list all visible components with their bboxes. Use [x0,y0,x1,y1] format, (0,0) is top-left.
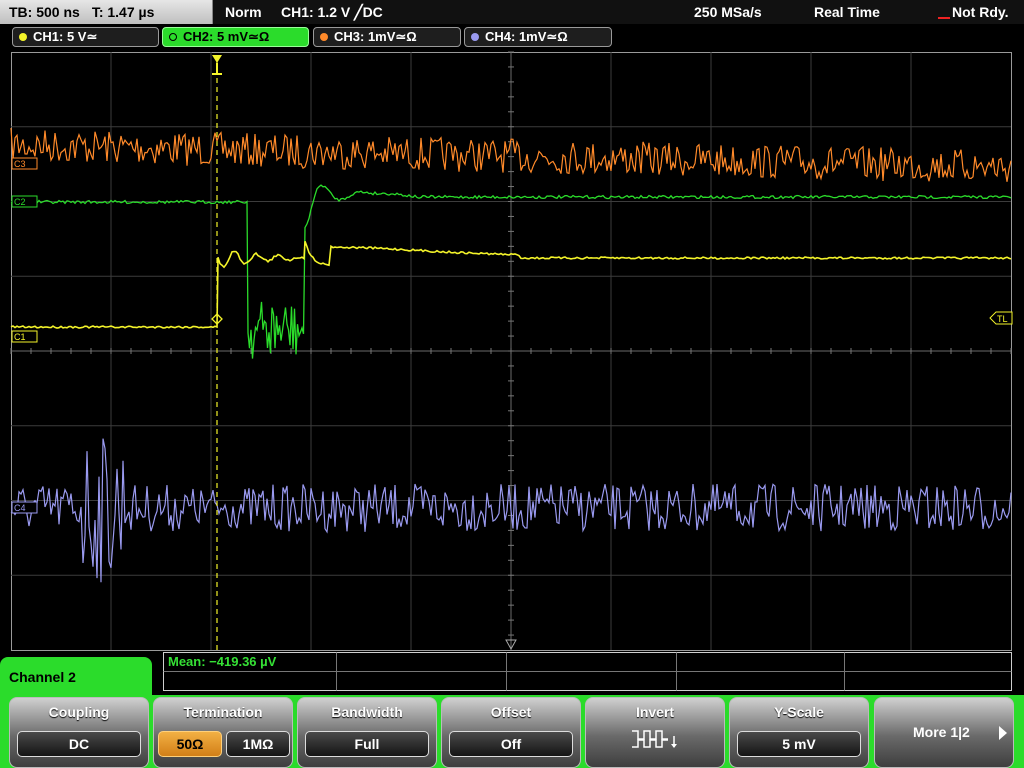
ch1-marker[interactable]: C1 [11,330,38,343]
y-scale-value[interactable]: 5 mV [737,731,861,757]
trigger-level-marker[interactable]: TL [989,311,1013,325]
more-label: More 1|2 [913,724,970,740]
measurement-box [163,652,1012,691]
ch3-marker-label: C3 [14,159,26,169]
coupling-title: Coupling [48,704,110,720]
ch4-marker-label: C4 [14,503,26,513]
offset-softkey[interactable]: Offset Off [441,697,581,768]
termination-1mohm-option[interactable]: 1MΩ [226,731,290,757]
trigger-position-icon[interactable] [212,55,222,75]
trigger-level-label: TL [997,314,1008,324]
termination-50ohm-option[interactable]: 50Ω [158,731,222,757]
invert-waveform-icon [632,730,677,748]
scope-display[interactable]: C3 C2 C1 C4 TL [0,0,1024,768]
ch2-marker[interactable]: C2 [11,195,38,208]
y-scale-title: Y-Scale [774,704,824,720]
more-softkey[interactable]: More 1|2 [874,697,1014,768]
offset-title: Offset [490,704,532,720]
bandwidth-value[interactable]: Full [305,731,429,757]
ch1-marker-label: C1 [14,332,26,342]
mean-measurement: Mean: −419.36 µV [168,654,277,669]
y-scale-softkey[interactable]: Y-Scale 5 mV [729,697,869,768]
channel-panel-title: Channel 2 [0,657,152,702]
offset-value[interactable]: Off [449,731,573,757]
bandwidth-title: Bandwidth [331,704,403,720]
ch4-marker[interactable]: C4 [11,501,38,514]
arrow-right-icon [999,726,1007,740]
bandwidth-softkey[interactable]: Bandwidth Full [297,697,437,768]
invert-title: Invert [635,704,675,720]
coupling-softkey[interactable]: Coupling DC [9,697,149,768]
coupling-value[interactable]: DC [17,731,141,757]
termination-title: Termination [183,704,263,720]
ch3-marker[interactable]: C3 [11,157,38,170]
termination-softkey[interactable]: Termination 50Ω 1MΩ [153,697,293,768]
channel-panel-label: Channel 2 [9,669,76,685]
ch2-marker-label: C2 [14,197,26,207]
invert-softkey[interactable]: Invert [585,697,725,768]
